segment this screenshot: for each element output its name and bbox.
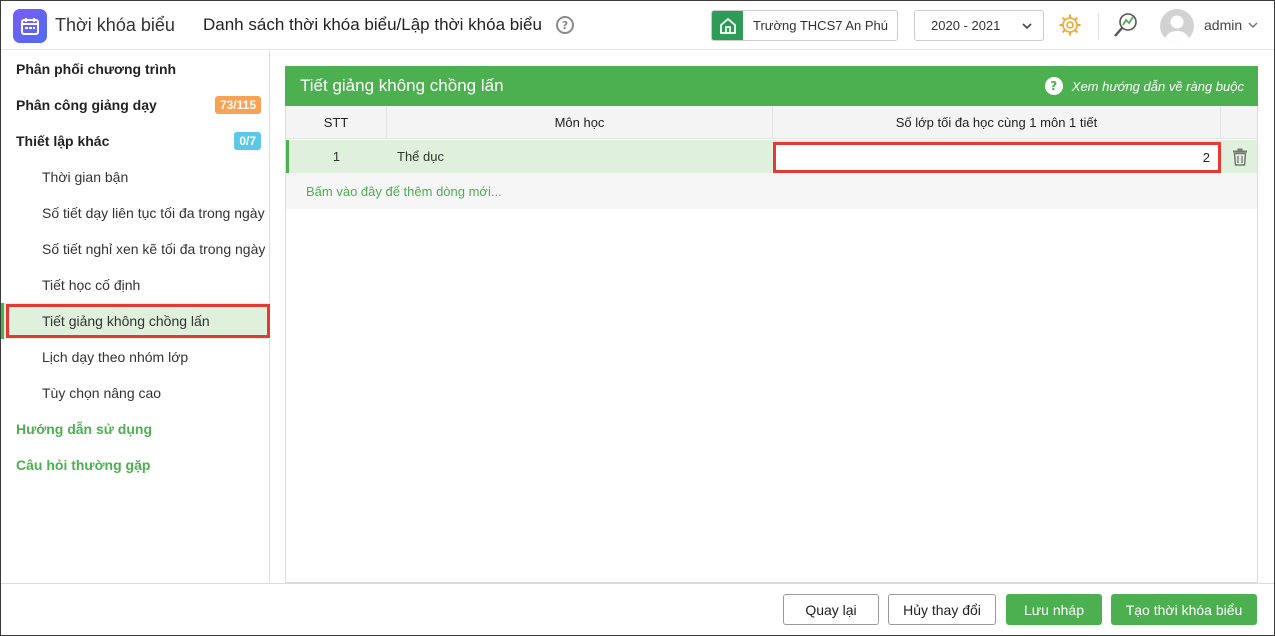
sidebar-item-advanced-options[interactable]: Tùy chọn nâng cao [1,375,270,411]
top-header: Thời khóa biểu Danh sách thời khóa biểu/… [1,1,1274,50]
max-classes-input[interactable] [773,142,1221,173]
gear-icon[interactable] [1058,13,1082,37]
search-chart-icon[interactable] [1112,11,1140,39]
sidebar-item-label: Lịch dạy theo nhóm lớp [42,349,189,365]
row-stt: 1 [332,149,341,164]
header-divider [1098,13,1099,39]
school-selector[interactable]: Trường THCS7 An Phú [711,10,898,41]
sidebar-item-busy-time[interactable]: Thời gian bận [1,159,270,195]
sidebar-item-label: Phân công giảng dạy [16,97,157,113]
status-badge: 0/7 [234,132,261,150]
row-subject[interactable]: Thể dục [397,140,767,173]
calendar-icon[interactable] [13,9,47,43]
guide-link-text: Xem hướng dẫn về ràng buộc [1071,78,1244,94]
sidebar-item-label: Tiết giảng không chồng lấn [42,313,210,329]
sidebar-item-user-guide[interactable]: Hướng dẫn sử dụng [1,411,270,447]
sidebar-item-label: Tiết học cố định [42,277,141,293]
table-row[interactable]: 1 Thể dục [286,140,1257,173]
sidebar-item-non-overlapping[interactable]: Tiết giảng không chồng lấn [1,303,270,339]
save-draft-button[interactable]: Lưu nháp [1006,594,1102,625]
column-header-stt: STT [286,106,387,139]
sidebar-item-label: Số tiết nghỉ xen kẽ tối đa trong ngày [42,241,266,257]
chevron-down-icon[interactable] [1247,19,1259,31]
sidebar-item-teaching-assignment[interactable]: Phân công giảng dạy 73/115 [1,87,270,123]
help-icon: ? [1044,77,1063,95]
sidebar-item-label: Phân phối chương trình [16,61,177,77]
sidebar-item-fixed-periods[interactable]: Tiết học cố định [1,267,270,303]
sidebar-item-max-consecutive[interactable]: Số tiết dạy liên tục tối đa trong ngày [1,195,270,231]
school-year-select[interactable]: 2020 - 2021 [914,10,1044,41]
trash-icon[interactable] [1232,148,1248,166]
avatar[interactable] [1160,9,1194,43]
sidebar-item-label: Số tiết dạy liên tục tối đa trong ngày [42,205,265,221]
sidebar-item-label: Hướng dẫn sử dụng [16,421,152,437]
sidebar-item-label: Thời gian bận [42,169,129,185]
help-icon[interactable]: ? [556,16,574,34]
sidebar-item-other-settings[interactable]: Thiết lập khác 0/7 [1,123,270,159]
add-row-area[interactable]: Bấm vào đây để thêm dòng mới... [286,173,1257,209]
back-button[interactable]: Quay lại [783,594,879,625]
table-header: STT Môn học Số lớp tối đa học cùng 1 môn… [286,106,1257,139]
school-name: Trường THCS7 An Phú [753,18,889,33]
sidebar-item-label: Thiết lập khác [16,133,110,149]
sidebar-item-label: Câu hỏi thường gặp [16,457,151,473]
sidebar-item-max-alternating-breaks[interactable]: Số tiết nghỉ xen kẽ tối đa trong ngày [1,231,270,267]
column-header-subject: Môn học [387,106,773,139]
status-badge: 73/115 [214,96,261,114]
sidebar: Phân phối chương trình Phân công giảng d… [1,51,270,583]
sidebar-item-group-schedule[interactable]: Lịch dạy theo nhóm lớp [1,339,270,375]
discard-changes-button[interactable]: Hủy thay đổi [888,594,996,625]
panel-header: Tiết giảng không chồng lấn ? Xem hướng d… [285,66,1258,106]
app-name: Thời khóa biểu [55,15,175,35]
add-row-link[interactable]: Bấm vào đây để thêm dòng mới... [306,184,502,199]
panel-title: Tiết giảng không chồng lấn [300,76,504,95]
column-header-max-classes: Số lớp tối đa học cùng 1 môn 1 tiết [773,106,1221,139]
create-timetable-button[interactable]: Tạo thời khóa biểu [1111,594,1257,625]
school-year-value: 2020 - 2021 [931,18,1001,33]
school-home-icon [712,11,743,40]
sidebar-item-faq[interactable]: Câu hỏi thường gặp [1,447,270,483]
username[interactable]: admin [1204,17,1242,33]
sidebar-item-label: Tùy chọn nâng cao [42,385,162,401]
chevron-down-icon [1022,23,1032,30]
constraint-guide-link[interactable]: ? Xem hướng dẫn về ràng buộc [1044,77,1244,95]
sidebar-item-program-distribution[interactable]: Phân phối chương trình [1,51,270,87]
page-title: Danh sách thời khóa biểu/Lập thời khóa b… [203,15,542,34]
